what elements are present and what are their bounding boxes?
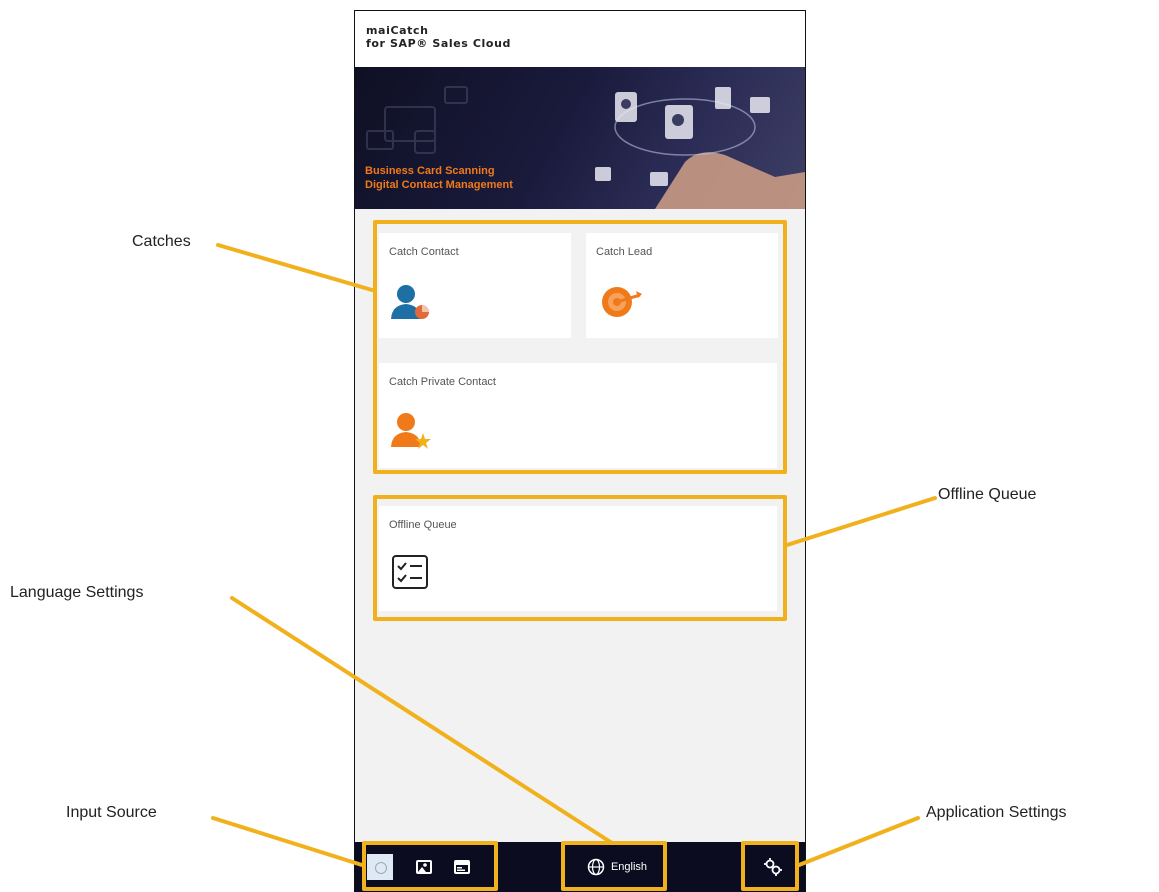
language-settings-highlight <box>561 841 667 891</box>
banner-tagline-2: Digital Contact Management <box>365 179 513 191</box>
callout-input-source: Input Source <box>66 804 157 821</box>
catches-highlight <box>373 220 787 474</box>
input-source-highlight <box>362 841 498 891</box>
app-title: maiCatch <box>366 24 429 37</box>
callout-offline-queue: Offline Queue <box>938 486 1037 503</box>
callout-language-settings: Language Settings <box>10 584 144 601</box>
application-settings-highlight <box>741 841 799 891</box>
hero-banner: Business Card Scanning Digital Contact M… <box>355 67 805 209</box>
offline-queue-highlight <box>373 495 787 621</box>
app-header: maiCatch for SAP® Sales Cloud <box>355 11 805 67</box>
app-subtitle: for SAP® Sales Cloud <box>366 37 511 50</box>
banner-tagline-1: Business Card Scanning <box>365 165 495 177</box>
callout-catches: Catches <box>132 233 191 250</box>
callout-application-settings: Application Settings <box>926 804 1067 821</box>
